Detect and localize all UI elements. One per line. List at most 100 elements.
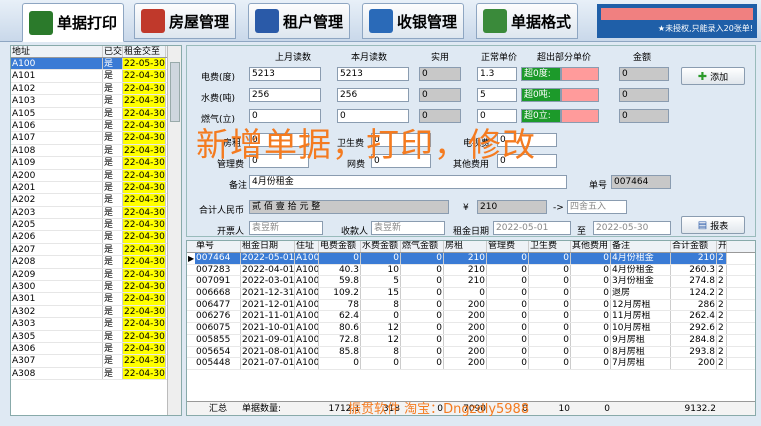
address-row[interactable]: A205 是 22-04-30	[11, 219, 181, 232]
water-cur-input[interactable]: 256	[337, 88, 409, 102]
row-address: A202	[11, 194, 103, 206]
row-paid-to: 22-04-30	[123, 181, 166, 194]
tab-tenant-management[interactable]: 租户管理	[248, 3, 351, 39]
address-row[interactable]: A105 是 22-04-30	[11, 107, 181, 120]
address-row[interactable]: A103 是 22-04-30	[11, 95, 181, 108]
note-input[interactable]: 4月份租金	[249, 175, 567, 189]
col-issuer[interactable]: 开	[717, 241, 727, 252]
table-row[interactable]: 005448 2021-07-01 A100 0 0 0 200 0 0 0 7月房租 200 2	[187, 358, 755, 370]
row-paid: 是	[103, 293, 123, 305]
address-row[interactable]: A208 是 22-04-30	[11, 256, 181, 269]
cell-other: 0	[571, 299, 611, 311]
tab-house-management[interactable]: 房屋管理	[134, 3, 237, 39]
elec-cur-input[interactable]: 5213	[337, 67, 409, 81]
address-list-scrollbar[interactable]	[167, 46, 181, 415]
elec-label: 电费(度)	[201, 73, 236, 83]
address-row[interactable]: A300 是 22-04-30	[11, 281, 181, 294]
issuer-label: 开票人	[217, 227, 245, 237]
address-row[interactable]: A109 是 22-04-30	[11, 157, 181, 170]
address-row[interactable]: A302 是 22-04-30	[11, 305, 181, 319]
address-row[interactable]: A200 是 22-04-30	[11, 169, 181, 182]
address-row[interactable]: A206 是 22-04-30	[11, 231, 181, 244]
water-price-input[interactable]: 5	[477, 88, 517, 102]
row-paid-to: 22-04-30	[123, 268, 166, 281]
address-row[interactable]: A107 是 22-04-30	[11, 132, 181, 145]
water-over-input[interactable]	[561, 88, 599, 102]
col-other-fee[interactable]: 其他费用	[571, 241, 611, 252]
address-row[interactable]: A306 是 22-04-30	[11, 342, 181, 356]
cell-bill-no: 006668	[195, 288, 241, 299]
col-address[interactable]: 住址	[295, 241, 319, 252]
bill-count-label: 单据数量:	[242, 404, 282, 414]
cell-address: A100	[296, 288, 319, 299]
address-row[interactable]: A203 是 22-04-30	[11, 206, 181, 220]
scrollbar-thumb[interactable]	[170, 62, 180, 122]
table-row[interactable]: 006276 2021-11-01 A100 62.4 0 0 200 0 0 0 11月房租 262…	[187, 311, 755, 324]
gas-over-input[interactable]	[561, 109, 599, 123]
col-rent-date[interactable]: 租金日期	[241, 241, 295, 252]
col-gas-amount[interactable]: 燃气金额	[401, 241, 444, 252]
col-total[interactable]: 合计金额	[671, 241, 717, 252]
address-row[interactable]: A307 是 22-04-30	[11, 355, 181, 368]
table-row[interactable]: 006668 2021-12-31 A100 109.2 15 0 0 0 0 0 退房 124.2 2	[187, 288, 755, 300]
col-note[interactable]: 备注	[611, 241, 671, 252]
address-row[interactable]: A108 是 22-04-30	[11, 144, 181, 158]
address-row[interactable]: A101 是 22-04-30	[11, 70, 181, 83]
row-address: A301	[11, 293, 103, 305]
address-row[interactable]: A303 是 22-04-30	[11, 318, 181, 331]
address-row[interactable]: A209 是 22-04-30	[11, 268, 181, 282]
payee-select[interactable]: 袁昱新	[371, 221, 445, 235]
rent-to-date[interactable]: 2022-05-30	[593, 221, 671, 235]
address-row[interactable]: A207 是 22-04-30	[11, 243, 181, 257]
report-button[interactable]: ▤ 报表	[681, 216, 745, 234]
elec-over-input[interactable]	[561, 67, 599, 81]
cell-total: 293.8	[671, 346, 717, 358]
col-management[interactable]: 管理费	[487, 241, 529, 252]
report-icon: ▤	[697, 219, 708, 231]
row-paid: 是	[103, 157, 123, 169]
issuer-select[interactable]: 袁昱新	[249, 221, 323, 235]
water-prev-input[interactable]: 256	[249, 88, 321, 102]
tab-cashier-management[interactable]: 收银管理	[362, 3, 465, 39]
col-elec-amount[interactable]: 电费金额	[319, 241, 361, 252]
address-row[interactable]: A305 是 22-04-30	[11, 330, 181, 343]
col-rent[interactable]: 房租	[444, 241, 487, 252]
header-prev-reading: 上月读数	[275, 53, 312, 63]
cell-address: A100	[296, 311, 319, 323]
address-row[interactable]: A308 是 22-04-30	[11, 367, 181, 381]
table-row[interactable]: 006477 2021-12-01 A100 78 8 0 200 0 0 0 12月房租 286 2	[187, 299, 755, 312]
col-sanitation[interactable]: 卫生费	[529, 241, 571, 252]
table-row[interactable]: 007091 2022-03-01 A100 59.8 5 0 210 0 0 0 3月份租金 274…	[187, 276, 755, 289]
address-row[interactable]: A106 是 22-04-30	[11, 119, 181, 133]
round-mode-select[interactable]: 四舍五入	[567, 200, 627, 214]
summary-label: 汇总	[208, 404, 227, 414]
table-row[interactable]: 005654 2021-08-01 A100 85.8 8 0 200 0 0 0 8月房租 293.…	[187, 346, 755, 359]
cell-total: 284.8	[671, 334, 717, 346]
col-paid[interactable]: 已交	[103, 46, 123, 57]
address-row[interactable]: A301 是 22-04-30	[11, 293, 181, 306]
col-bill-no[interactable]: 单号	[195, 241, 241, 252]
rent-from-date[interactable]: 2022-05-01	[493, 221, 571, 235]
table-row[interactable]: 007283 2022-04-01 A100 40.3 10 0 210 0 0 0 4月份租金 26…	[187, 264, 755, 277]
add-button[interactable]: ✚ 添加	[681, 67, 745, 85]
table-row[interactable]: 005855 2021-09-01 A100 72.8 12 0 200 0 0 0 9月房租 284…	[187, 334, 755, 347]
col-rent-paid-to[interactable]: 租金交至	[123, 46, 166, 57]
address-row[interactable]: A100 是 22-05-30	[11, 58, 181, 71]
elec-prev-input[interactable]: 5213	[249, 67, 321, 81]
cell-management: 0	[487, 299, 529, 311]
col-address[interactable]: 地址	[11, 46, 103, 57]
elec-price-input[interactable]: 1.3	[477, 67, 517, 81]
cell-water: 8	[361, 299, 401, 311]
cell-issuer: 2	[717, 323, 727, 334]
address-row[interactable]: A202 是 22-04-30	[11, 194, 181, 207]
address-row[interactable]: A102 是 22-04-30	[11, 82, 181, 96]
cell-note: 8月房租	[611, 346, 671, 358]
table-row[interactable]: ▶ 007464 2022-05-01 A100 0 0 0 210 0 0 0 4月份租金 210 2	[187, 253, 755, 265]
address-row[interactable]: A201 是 22-04-30	[11, 181, 181, 195]
col-water-amount[interactable]: 水费金额	[361, 241, 401, 252]
row-paid: 是	[103, 318, 123, 330]
sum-other: 0	[604, 404, 610, 414]
tab-bill-print[interactable]: 单据打印	[22, 3, 125, 42]
tab-bill-format[interactable]: 单据格式	[476, 3, 579, 39]
table-row[interactable]: 006075 2021-10-01 A100 80.6 12 0 200 0 0 0 10月房租 29…	[187, 323, 755, 335]
